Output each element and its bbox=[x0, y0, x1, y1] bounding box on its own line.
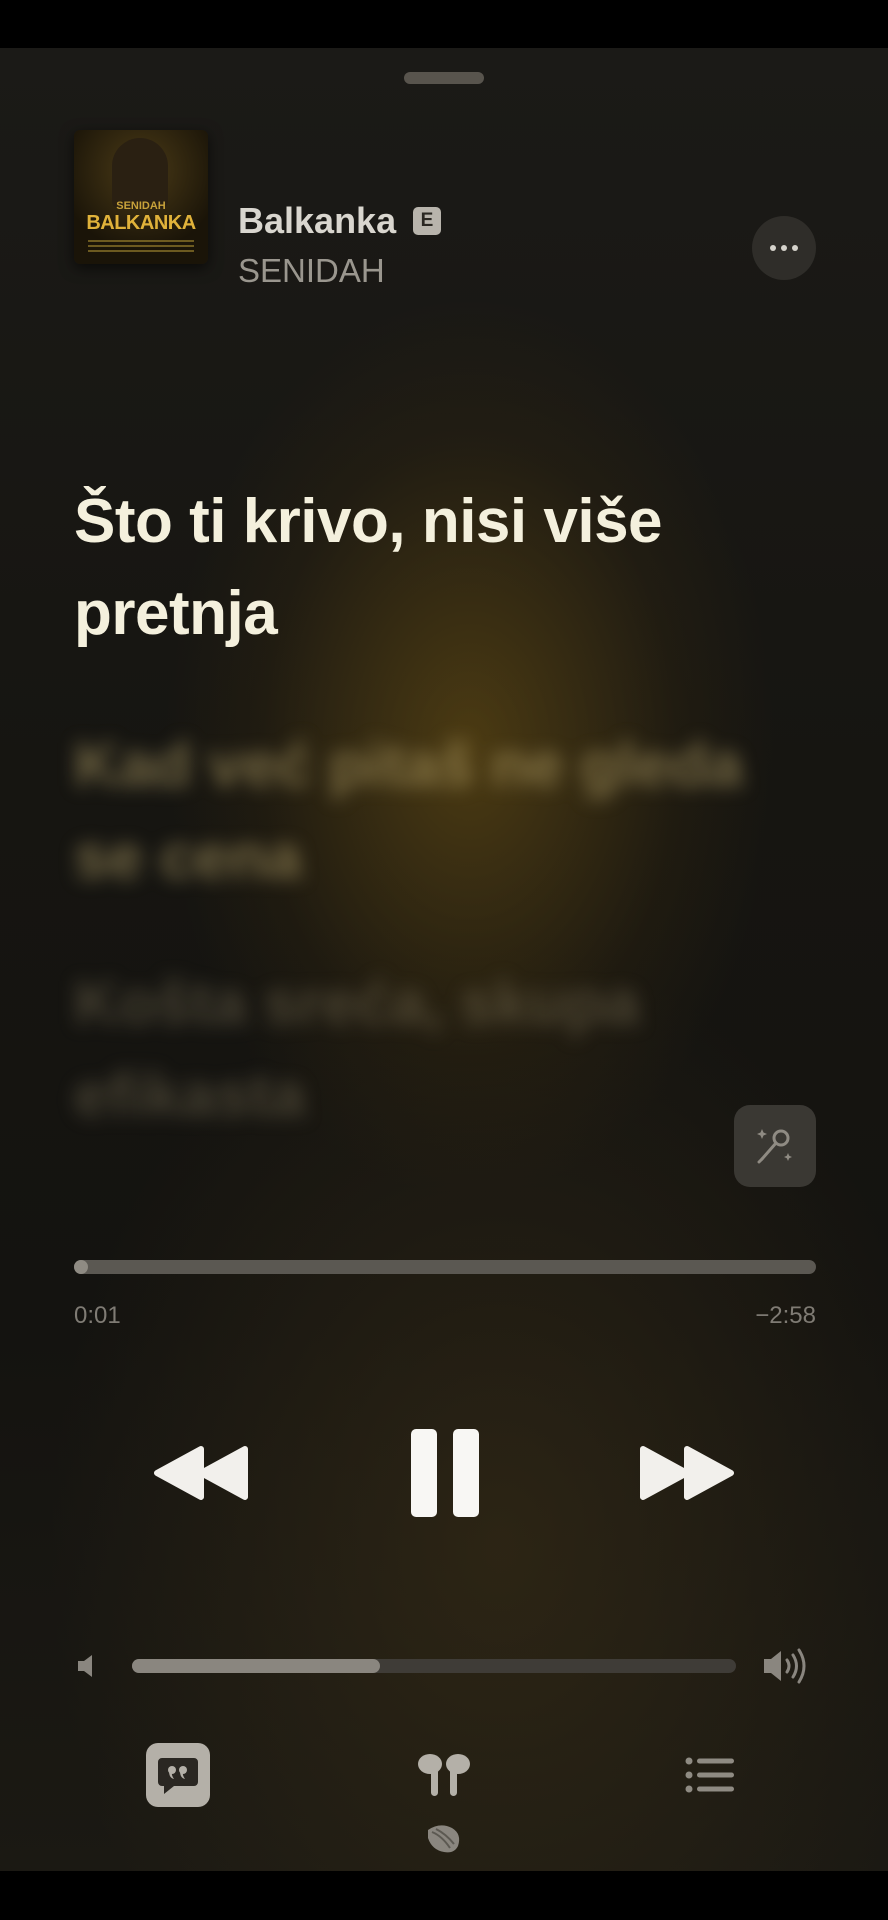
speaker-low-icon bbox=[76, 1653, 100, 1684]
now-playing-screen: SENIDAH BALKANKA Balkanka E SENIDAH Što … bbox=[0, 48, 888, 1871]
sing-microphone-icon bbox=[757, 1129, 792, 1164]
album-art[interactable]: SENIDAH BALKANKA bbox=[74, 130, 208, 264]
lyric-current-line[interactable]: Što ti krivo, nisi više pretnja bbox=[74, 476, 814, 660]
ellipsis-icon bbox=[770, 245, 798, 251]
lyric-next-line[interactable]: Kad već pitaš ne gleda se cena bbox=[74, 720, 814, 904]
volume-slider[interactable] bbox=[132, 1659, 736, 1673]
pause-icon bbox=[411, 1429, 479, 1517]
album-art-title-text: BALKANKA bbox=[86, 212, 196, 234]
seashell-icon bbox=[422, 1820, 464, 1861]
more-options-button[interactable] bbox=[752, 216, 816, 280]
lyrics-button[interactable] bbox=[146, 1743, 210, 1807]
bottom-black-bar bbox=[0, 1871, 888, 1920]
album-art-artist-text: SENIDAH bbox=[116, 200, 166, 212]
volume-slider-fill bbox=[132, 1659, 380, 1673]
rewind-button[interactable] bbox=[146, 1428, 256, 1518]
elapsed-time: 0:01 bbox=[74, 1302, 121, 1329]
sing-button[interactable] bbox=[734, 1105, 816, 1187]
explicit-badge: E bbox=[413, 207, 441, 235]
song-title[interactable]: Balkanka bbox=[238, 200, 396, 242]
playback-progress-fill bbox=[74, 1260, 88, 1274]
pause-button[interactable] bbox=[400, 1418, 490, 1528]
queue-button[interactable] bbox=[682, 1750, 738, 1800]
remaining-time: −2:58 bbox=[755, 1302, 816, 1329]
airplay-button[interactable] bbox=[410, 1748, 478, 1804]
album-art-credits bbox=[88, 240, 194, 252]
album-art-figure bbox=[112, 138, 168, 208]
playback-progress-bar[interactable] bbox=[74, 1260, 816, 1274]
forward-button[interactable] bbox=[632, 1428, 742, 1518]
speaker-high-icon bbox=[762, 1646, 810, 1691]
lyric-upcoming-line[interactable]: Košta sreća, skupa efikasta bbox=[74, 958, 814, 1142]
lyrics-quote-icon bbox=[158, 1758, 198, 1794]
airpods-icon bbox=[418, 1754, 470, 1796]
fast-forward-icon bbox=[640, 1446, 734, 1500]
rewind-icon bbox=[154, 1446, 248, 1500]
artist-name[interactable]: SENIDAH bbox=[238, 252, 385, 290]
sheet-grabber[interactable] bbox=[404, 72, 484, 84]
list-icon bbox=[685, 1757, 734, 1793]
top-black-bar bbox=[0, 0, 888, 48]
